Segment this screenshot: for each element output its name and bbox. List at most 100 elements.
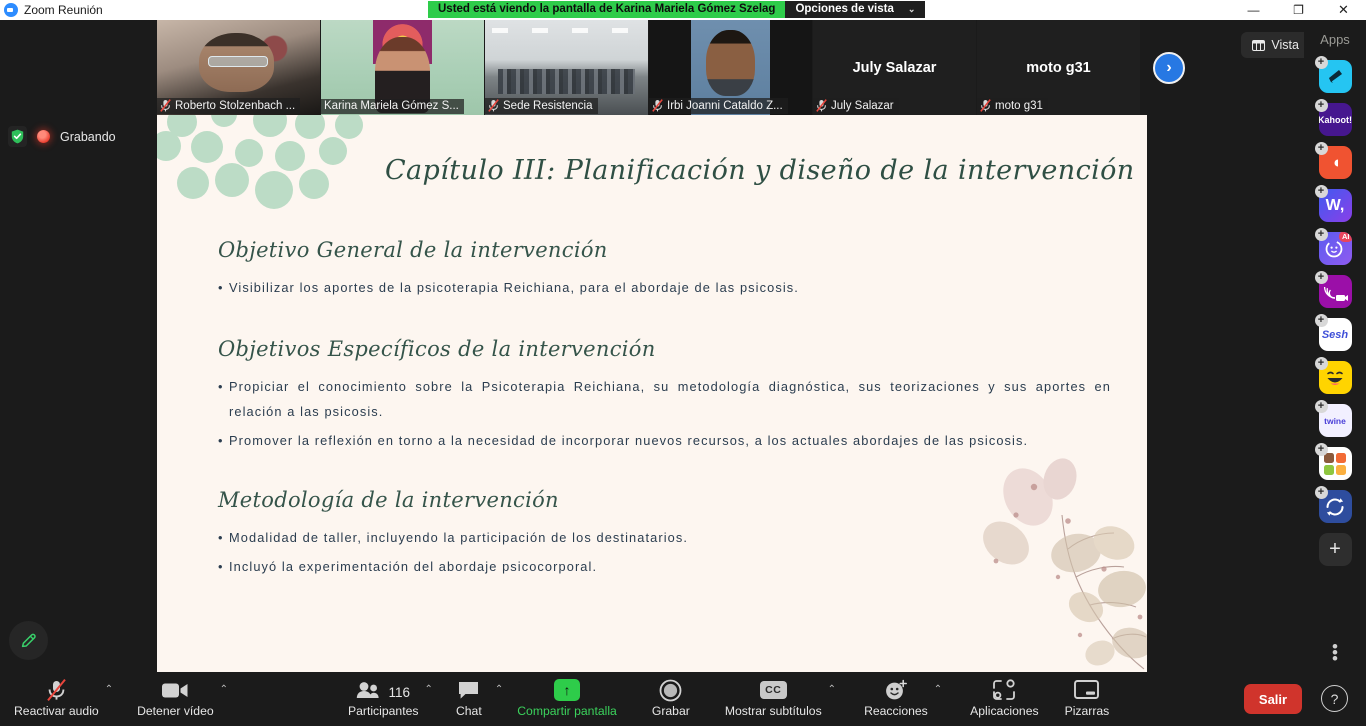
add-app-icon[interactable]: + bbox=[1314, 314, 1328, 327]
view-layout-button[interactable]: Vista bbox=[1241, 32, 1310, 58]
sesh-app[interactable]: Sesh + bbox=[1314, 314, 1352, 351]
puzzle-app[interactable]: + bbox=[1314, 142, 1352, 179]
microphone-muted-icon bbox=[816, 99, 827, 112]
reactions-app[interactable]: + bbox=[1314, 357, 1352, 394]
toolbar-captions-chevron-up-icon[interactable]: ⌃ bbox=[828, 672, 836, 718]
view-options-button[interactable]: Opciones de vista ⌄ bbox=[785, 1, 926, 18]
add-app-icon[interactable]: + bbox=[1314, 228, 1328, 241]
participant-thumbnail[interactable]: Irbi Joanni Cataldo Z... bbox=[649, 20, 812, 115]
decorative-dot bbox=[299, 169, 329, 199]
apps-grid-icon bbox=[992, 677, 1016, 703]
bullet-icon: • bbox=[218, 530, 224, 545]
toolbar-chat-label: Chat bbox=[455, 704, 482, 718]
app-label: W, bbox=[1325, 196, 1345, 214]
apps-panel-title: Apps bbox=[1320, 32, 1350, 47]
toolbar-apps-button[interactable]: Aplicaciones bbox=[970, 672, 1039, 718]
participant-name-badge: Sede Resistencia bbox=[485, 98, 598, 114]
add-app-icon[interactable]: + bbox=[1314, 357, 1328, 370]
participant-thumbnail[interactable]: Roberto Stolzenbach ... bbox=[157, 20, 320, 115]
twine-app[interactable]: twine + bbox=[1314, 400, 1352, 437]
add-app-icon[interactable]: + bbox=[1314, 99, 1328, 112]
record-circle-icon bbox=[659, 677, 682, 703]
toolbar-participants-chevron-up-icon[interactable]: ⌃ bbox=[424, 672, 432, 718]
toolbar-share-button[interactable]: ↑ Compartir pantalla bbox=[517, 672, 617, 718]
add-app-icon[interactable]: + bbox=[1314, 443, 1328, 456]
toolbar-reactions-chevron-up-icon[interactable]: ⌃ bbox=[934, 672, 942, 718]
add-app-icon[interactable]: + bbox=[1314, 142, 1328, 155]
toolbar-reactions-label: Reacciones bbox=[864, 704, 928, 718]
decorative-dot bbox=[157, 131, 181, 161]
recording-label: Grabando bbox=[60, 129, 116, 144]
bullet-text: Visibilizar los aportes de la psicoterap… bbox=[229, 280, 799, 295]
decorative-dot bbox=[177, 167, 209, 199]
decorative-dot bbox=[319, 137, 347, 165]
pen-annotate-icon[interactable] bbox=[9, 621, 48, 660]
add-app-icon[interactable]: + bbox=[1314, 271, 1328, 284]
add-app-icon[interactable]: + bbox=[1314, 185, 1328, 198]
app-label: AI bbox=[1339, 232, 1352, 242]
bullet-icon: • bbox=[218, 432, 224, 448]
toolbar-center-group: 116 Participantes ⌃ Chat ⌃ ↑ Compartir pantall… bbox=[348, 672, 1135, 726]
toolbar-reactions-button[interactable]: Reacciones bbox=[864, 672, 928, 718]
close-icon[interactable]: ✕ bbox=[1321, 0, 1366, 20]
add-app-icon[interactable]: + bbox=[1314, 400, 1328, 413]
participant-name-badge: Roberto Stolzenbach ... bbox=[157, 98, 301, 114]
participant-thumbnail[interactable]: moto g31 moto g31 bbox=[977, 20, 1140, 115]
decorative-dot bbox=[235, 139, 263, 167]
fun-quiz-app[interactable]: + bbox=[1314, 56, 1352, 93]
help-question-icon[interactable]: ? bbox=[1321, 685, 1348, 712]
toolbar-audio-chevron-up-icon[interactable]: ⌃ bbox=[105, 672, 113, 718]
camera-icon bbox=[162, 677, 188, 703]
toolbar-chat-chevron-up-icon[interactable]: ⌃ bbox=[495, 672, 503, 718]
toolbar-record-label: Grabar bbox=[651, 704, 690, 718]
participant-thumbnail[interactable]: Sede Resistencia bbox=[485, 20, 648, 115]
toolbar-video-button[interactable]: Detener vídeo bbox=[137, 672, 214, 718]
apps-more-options-icon[interactable]: • • • bbox=[1332, 638, 1338, 667]
ai-companion-app[interactable]: AI + bbox=[1314, 228, 1352, 265]
bullet-text: Incluyó la experimentación del abordaje … bbox=[229, 558, 598, 574]
apps-sidebar: Apps + Kahoot! + + W, + AI + + Sesh + + twine + + + + • •… bbox=[1304, 20, 1366, 672]
app-label: Kahoot! bbox=[1318, 114, 1352, 125]
security-shield-icon[interactable] bbox=[8, 126, 27, 147]
toolbar-video-chevron-up-icon[interactable]: ⌃ bbox=[220, 672, 228, 718]
sync-app[interactable]: + bbox=[1314, 486, 1352, 523]
toolbar-left-group: Reactivar audio ⌃ Detener vídeo ⌃ bbox=[14, 672, 252, 726]
leave-meeting-button[interactable]: Salir bbox=[1244, 684, 1302, 714]
decorative-dots bbox=[157, 115, 399, 226]
mural-app[interactable]: + bbox=[1314, 443, 1352, 480]
microphone-muted-icon bbox=[488, 99, 499, 112]
bullet-text: Promover la reflexión en torno a la nece… bbox=[229, 432, 1029, 448]
toolbar-whiteboards-button[interactable]: Pizarras bbox=[1065, 672, 1109, 718]
restore-icon[interactable]: ❐ bbox=[1276, 0, 1321, 20]
participant-name: Karina Mariela Gómez S... bbox=[324, 100, 459, 112]
toolbar-video-label: Detener vídeo bbox=[137, 704, 214, 718]
add-more-apps-button[interactable]: + bbox=[1318, 533, 1352, 566]
sharing-status-text: Usted está viendo la pantalla de Karina … bbox=[428, 1, 786, 18]
add-app-icon[interactable]: + bbox=[1314, 486, 1328, 499]
app-label: Sesh bbox=[1321, 328, 1349, 341]
floral-decoration-icon bbox=[983, 458, 1147, 670]
participant-thumbnail[interactable]: Karina Mariela Gómez S... bbox=[321, 20, 484, 115]
view-layout-label: Vista bbox=[1271, 38, 1299, 52]
window-title: Zoom Reunión bbox=[24, 3, 103, 17]
microphone-muted-icon bbox=[160, 99, 171, 112]
add-app-icon[interactable]: + bbox=[1314, 56, 1328, 69]
minimize-icon[interactable]: — bbox=[1231, 0, 1276, 20]
apps-list: + Kahoot! + + W, + AI + + Sesh + + twine + + + + bbox=[1304, 56, 1366, 566]
microphone-muted-icon bbox=[45, 677, 68, 703]
toolbar-audio-button[interactable]: Reactivar audio bbox=[14, 672, 99, 718]
chat-bubble-icon bbox=[457, 677, 480, 703]
live-stream-app[interactable]: + bbox=[1314, 271, 1352, 308]
whiteboard-icon bbox=[1074, 677, 1100, 703]
next-page-arrow-icon[interactable]: › bbox=[1153, 52, 1185, 84]
toolbar-participants-button[interactable]: 116 Participantes bbox=[348, 672, 418, 718]
toolbar-record-button[interactable]: Grabar bbox=[651, 672, 691, 718]
toolbar-chat-button[interactable]: Chat bbox=[449, 672, 489, 718]
toolbar-apps-label: Aplicaciones bbox=[970, 704, 1039, 718]
participant-thumbnail[interactable]: July Salazar July Salazar bbox=[813, 20, 976, 115]
participant-name-badge: Irbi Joanni Cataldo Z... bbox=[649, 98, 788, 114]
wooclap-app[interactable]: W, + bbox=[1314, 185, 1352, 222]
slide-section-1: Objetivo General de la intervención • Vi… bbox=[218, 238, 1118, 305]
kahoot-app[interactable]: Kahoot! + bbox=[1314, 99, 1352, 136]
toolbar-captions-button[interactable]: CC Mostrar subtítulos bbox=[725, 672, 822, 718]
